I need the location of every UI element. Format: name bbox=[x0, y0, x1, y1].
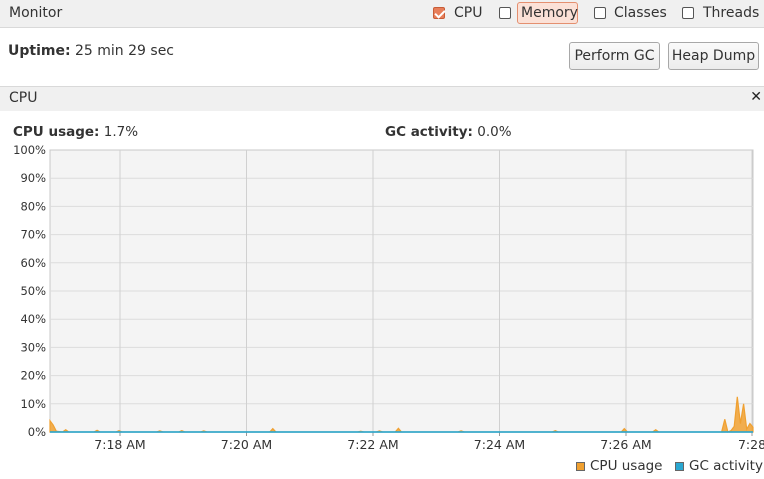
y-tick-label: 60% bbox=[20, 256, 46, 270]
y-tick-label: 10% bbox=[20, 397, 46, 411]
uptime: Uptime: 25 min 29 sec bbox=[8, 43, 174, 59]
cpu-chart: 100% 90% 80% 70% 60% 50% 40% 30% 20% 10% 0% 7:18 AM… bbox=[13, 145, 764, 452]
cpu-checkbox-label[interactable]: CPU bbox=[454, 5, 482, 21]
close-icon[interactable]: ✕ bbox=[750, 89, 762, 105]
monitor-title: Monitor bbox=[9, 5, 63, 21]
cpu-usage-stat: CPU usage: 1.7% bbox=[13, 124, 138, 140]
x-tick-label: 7:28 bbox=[738, 437, 764, 452]
y-tick-label: 70% bbox=[20, 228, 46, 242]
memory-checkbox[interactable] bbox=[499, 7, 511, 19]
perform-gc-button[interactable]: Perform GC bbox=[569, 42, 660, 70]
threads-checkbox-label[interactable]: Threads bbox=[703, 5, 759, 21]
gc-activity-value: 0.0% bbox=[477, 124, 512, 140]
cpu-panel-header: CPU ✕ bbox=[0, 86, 764, 111]
uptime-label: Uptime: bbox=[8, 43, 71, 59]
gc-activity-stat: GC activity: 0.0% bbox=[385, 124, 512, 140]
uptime-value: 25 min 29 sec bbox=[75, 43, 174, 59]
classes-checkbox-label[interactable]: Classes bbox=[614, 5, 667, 21]
gc-activity-label: GC activity: bbox=[385, 124, 473, 140]
gc-activity-legend-swatch bbox=[675, 462, 684, 471]
cpu-checkbox[interactable] bbox=[433, 7, 445, 19]
x-tick-label: 7:20 AM bbox=[221, 437, 272, 452]
classes-checkbox[interactable] bbox=[594, 7, 606, 19]
cpu-panel-title: CPU bbox=[9, 90, 38, 106]
x-tick-label: 7:26 AM bbox=[600, 437, 651, 452]
y-tick-label: 90% bbox=[20, 171, 46, 185]
cpu-usage-legend-label: CPU usage bbox=[590, 458, 663, 474]
y-tick-label: 100% bbox=[13, 145, 46, 157]
x-tick-label: 7:18 AM bbox=[94, 437, 145, 452]
y-tick-label: 80% bbox=[20, 199, 46, 213]
monitor-toolbar: Monitor CPU Memory Classes Threads bbox=[0, 0, 764, 28]
memory-checkbox-label[interactable]: Memory bbox=[521, 5, 578, 21]
y-tick-label: 0% bbox=[28, 425, 46, 439]
heap-dump-button[interactable]: Heap Dump bbox=[668, 42, 759, 70]
y-tick-label: 30% bbox=[20, 340, 46, 354]
y-tick-label: 50% bbox=[20, 284, 46, 298]
y-tick-label: 40% bbox=[20, 312, 46, 326]
x-tick-label: 7:22 AM bbox=[347, 437, 398, 452]
cpu-usage-legend-swatch bbox=[576, 462, 585, 471]
x-tick-label: 7:24 AM bbox=[474, 437, 525, 452]
cpu-usage-value: 1.7% bbox=[103, 124, 139, 140]
y-tick-label: 20% bbox=[20, 369, 46, 383]
gc-activity-legend-label: GC activity bbox=[689, 458, 763, 474]
threads-checkbox[interactable] bbox=[682, 7, 694, 19]
cpu-usage-label: CPU usage: bbox=[13, 124, 100, 140]
